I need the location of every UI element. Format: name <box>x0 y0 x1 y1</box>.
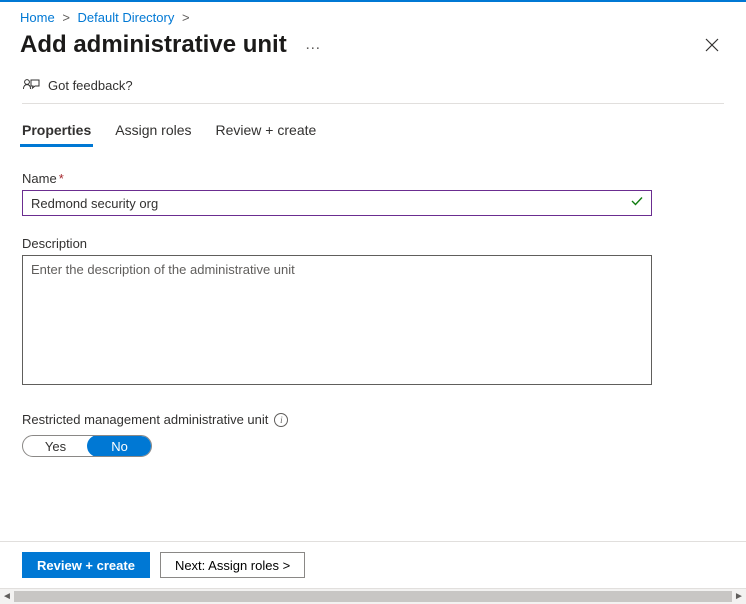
scrollbar-thumb[interactable] <box>14 591 732 602</box>
info-icon[interactable]: i <box>274 413 288 427</box>
tabs: Properties Assign roles Review + create <box>0 104 746 147</box>
breadcrumb-separator: > <box>62 10 70 25</box>
tab-review-create[interactable]: Review + create <box>216 122 317 146</box>
breadcrumb-separator: > <box>182 10 190 25</box>
restricted-label: Restricted management administrative uni… <box>22 412 268 427</box>
checkmark-icon <box>630 194 644 211</box>
toggle-option-no[interactable]: No <box>87 435 152 457</box>
footer: Review + create Next: Assign roles > <box>0 541 746 588</box>
tab-assign-roles[interactable]: Assign roles <box>115 122 191 146</box>
description-textarea[interactable] <box>22 255 652 385</box>
horizontal-scrollbar[interactable]: ◄ ► <box>0 588 746 604</box>
review-create-button[interactable]: Review + create <box>22 552 150 578</box>
feedback-link[interactable]: Got feedback? <box>0 67 746 103</box>
scroll-right-arrow[interactable]: ► <box>732 589 746 604</box>
required-indicator: * <box>59 171 64 186</box>
tab-properties[interactable]: Properties <box>22 122 91 146</box>
breadcrumb: Home > Default Directory > <box>0 2 746 27</box>
next-assign-roles-button[interactable]: Next: Assign roles > <box>160 552 305 578</box>
feedback-icon <box>22 77 40 93</box>
breadcrumb-home[interactable]: Home <box>20 10 55 25</box>
feedback-label: Got feedback? <box>48 78 133 93</box>
close-icon <box>705 38 719 52</box>
close-button[interactable] <box>698 31 726 59</box>
breadcrumb-directory[interactable]: Default Directory <box>78 10 175 25</box>
restricted-toggle[interactable]: Yes No <box>22 435 152 457</box>
page-title: Add administrative unit <box>20 31 287 59</box>
description-label: Description <box>22 236 724 251</box>
name-label: Name* <box>22 171 724 186</box>
name-input[interactable] <box>22 190 652 216</box>
toggle-option-yes[interactable]: Yes <box>23 436 88 456</box>
more-actions-button[interactable]: … <box>305 36 323 54</box>
scroll-left-arrow[interactable]: ◄ <box>0 589 14 604</box>
